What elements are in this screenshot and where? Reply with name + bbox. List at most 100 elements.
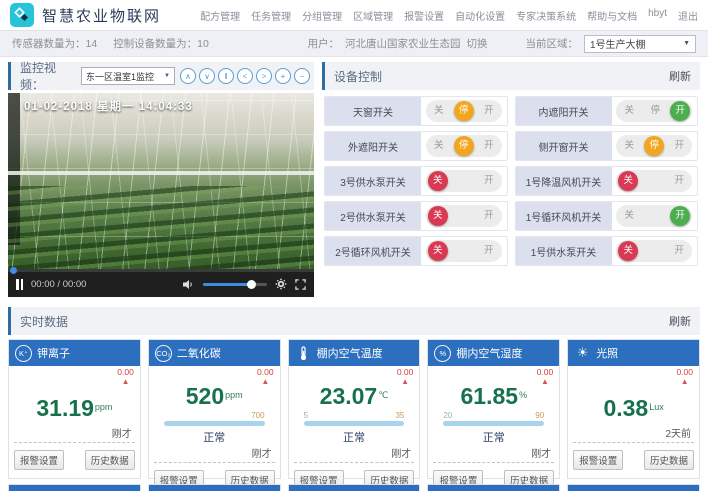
device-refresh-link[interactable]: 刷新 — [669, 68, 691, 84]
sensor-card-air-temperature: 棚内空气温度 0.00 ▲ 23.07℃ 535 正常 刚才 报警设置 历史数据 — [288, 339, 421, 479]
nav-item-alarm-settings[interactable]: 报警设置 — [404, 8, 444, 23]
video-timestamp-overlay: 01-02-2018 星期一 14:04:33 — [24, 98, 193, 114]
nav-item-expert-system[interactable]: 专家决策系统 — [516, 8, 576, 23]
toggle-inner-shade[interactable]: 关 停 开 — [616, 100, 692, 122]
pan-up-button[interactable]: ∧ — [180, 68, 196, 84]
app-title: 智慧农业物联网 — [42, 5, 161, 26]
video-progress-bar[interactable] — [8, 269, 314, 272]
volume-icon[interactable] — [183, 279, 195, 290]
nav-item-logout[interactable]: 退出 — [678, 8, 698, 23]
updated-time: 刚才 — [294, 445, 415, 463]
toggle-circ-fan2[interactable]: 关 开 — [426, 240, 502, 262]
nav-menu: 配方管理 任务管理 分组管理 区域管理 报警设置 自动化设置 专家决策系统 帮助… — [200, 8, 698, 23]
card-title: 二氧化碳 — [177, 345, 221, 361]
card-title: 光照 — [596, 345, 618, 361]
sensor-value: 61.85 — [461, 383, 519, 409]
video-player[interactable]: 01-02-2018 星期一 14:04:33 00:00 / 00:00 — [8, 93, 314, 297]
toggle-cooling-fan1[interactable]: 关 开 — [616, 170, 692, 192]
device-row-outer-shade: 外遮阳开关 关 停 开 — [324, 131, 508, 161]
camera-selected-value: 东一区温室1监控 — [86, 70, 154, 83]
toggle-skylight[interactable]: 关 停 开 — [426, 100, 502, 122]
toggle-pump3[interactable]: 关 开 — [426, 170, 502, 192]
toggle-pump1[interactable]: 关 开 — [616, 240, 692, 262]
device-row-inner-shade: 内遮阳开关 关 停 开 — [515, 96, 699, 126]
alarm-threshold: 0.00 ▲ — [257, 368, 274, 386]
k-plus-icon: K⁺ — [15, 345, 32, 362]
history-data-button[interactable]: 历史数据 — [85, 450, 135, 470]
pause-button[interactable]: ‖ — [218, 68, 234, 84]
device-row-circ-fan2: 2号循环风机开关 关 开 — [324, 236, 508, 266]
alarm-threshold: 0.00 ▲ — [676, 368, 693, 386]
switch-user-link[interactable]: 切换 — [467, 36, 488, 51]
pan-down-button[interactable]: ∨ — [199, 68, 215, 84]
sensor-value: 31.19 — [36, 395, 94, 421]
app-logo-icon — [10, 3, 34, 27]
video-control-bar: 00:00 / 00:00 — [8, 271, 314, 297]
video-pause-icon[interactable] — [16, 279, 23, 290]
sensor-value: 23.07 — [320, 383, 378, 409]
zoom-out-button[interactable]: − — [294, 68, 310, 84]
realtime-refresh-link[interactable]: 刷新 — [669, 313, 691, 329]
device-panel-header: 设备控制 刷新 — [322, 62, 700, 90]
status-badge: 正常 — [154, 429, 275, 445]
nav-item-recipe[interactable]: 配方管理 — [200, 8, 240, 23]
top-navbar: 智慧农业物联网 配方管理 任务管理 分组管理 区域管理 报警设置 自动化设置 专… — [0, 0, 708, 30]
toggle-outer-shade[interactable]: 关 停 开 — [426, 135, 502, 157]
toggle-side-window[interactable]: 关 停 开 — [616, 135, 692, 157]
range-slider: 2090 — [443, 411, 544, 426]
device-row-circ-fan1: 1号循环风机开关 关 开 — [515, 201, 699, 231]
sensor-unit: Lux — [649, 402, 664, 412]
camera-select[interactable]: 东一区温室1监控 ▼ — [81, 67, 175, 85]
sensor-cards: K⁺ 钾离子 0.00 ▲ 31.19ppm 刚才 报警设置 历史数据 CO₂ … — [0, 335, 708, 479]
device-row-pump2: 2号供水泵开关 关 开 — [324, 201, 508, 231]
sensor-card-air-humidity: % 棚内空气湿度 0.00 ▲ 61.85% 2090 正常 刚才 报警设置 历… — [427, 339, 560, 479]
video-panel-title: 监控视频： — [20, 59, 76, 93]
thermometer-icon — [295, 345, 312, 362]
sensor-unit: ℃ — [378, 390, 388, 400]
region-selected-value: 1号生产大棚 — [590, 36, 646, 51]
toggle-circ-fan1[interactable]: 关 开 — [616, 205, 692, 227]
fullscreen-icon[interactable] — [295, 279, 306, 290]
alarm-up-icon: ▲ — [257, 377, 274, 386]
updated-time: 2天前 — [573, 425, 694, 443]
co2-icon: CO₂ — [155, 345, 172, 362]
nav-item-username[interactable]: hbyt — [648, 8, 667, 23]
toggle-pump2[interactable]: 关 开 — [426, 205, 502, 227]
video-panel-header: 监控视频： 东一区温室1监控 ▼ ∧ ∨ ‖ < > + − — [8, 62, 314, 90]
settings-gear-icon[interactable] — [275, 278, 287, 290]
zoom-in-button[interactable]: + — [275, 68, 291, 84]
nav-item-help[interactable]: 帮助与文档 — [587, 8, 637, 23]
status-badge: 正常 — [294, 429, 415, 445]
pan-right-button[interactable]: > — [256, 68, 272, 84]
sensor-value: 520 — [186, 383, 224, 409]
volume-slider[interactable] — [203, 283, 267, 286]
chevron-down-icon: ▼ — [683, 40, 690, 47]
device-row-cooling-fan1: 1号降温风机开关 关 开 — [515, 166, 699, 196]
alarm-up-icon: ▲ — [397, 377, 414, 386]
alarm-settings-button[interactable]: 报警设置 — [14, 450, 64, 470]
region-label: 当前区域： — [526, 36, 579, 51]
card-title: 棚内空气温度 — [317, 345, 383, 361]
nav-item-regions[interactable]: 区域管理 — [353, 8, 393, 23]
nav-item-automation[interactable]: 自动化设置 — [455, 8, 505, 23]
pan-left-button[interactable]: < — [237, 68, 253, 84]
updated-time: 刚才 — [433, 445, 554, 463]
device-row-side-window: 侧开窗开关 关 停 开 — [515, 131, 699, 161]
nav-item-tasks[interactable]: 任务管理 — [251, 8, 291, 23]
range-slider: 700 — [164, 411, 265, 426]
camera-controls: ∧ ∨ ‖ < > + − — [180, 68, 310, 84]
updated-time: 刚才 — [14, 425, 135, 443]
video-time: 00:00 / 00:00 — [31, 279, 86, 290]
alarm-settings-button[interactable]: 报警设置 — [573, 450, 623, 470]
user-label: 用户： — [308, 36, 340, 51]
nav-item-groups[interactable]: 分组管理 — [302, 8, 342, 23]
region-select[interactable]: 1号生产大棚 ▼ — [584, 35, 696, 53]
realtime-panel-header: 实时数据 刷新 — [8, 307, 700, 335]
sensor-card-light: ☀ 光照 0.00 ▲ 0.38Lux 2天前 报警设置 历史数据 — [567, 339, 700, 479]
humidity-icon: % — [434, 345, 451, 362]
sun-icon: ☀ — [574, 345, 591, 362]
history-data-button[interactable]: 历史数据 — [644, 450, 694, 470]
info-bar: 传感器数量为：14 控制设备数量为：10 用户： 河北唐山国家农业生态园 切换 … — [0, 30, 708, 57]
sensor-card-co2: CO₂ 二氧化碳 0.00 ▲ 520ppm 700 正常 刚才 报警设置 历史… — [148, 339, 281, 479]
device-count-label: 控制设备数量为：10 — [113, 36, 209, 51]
